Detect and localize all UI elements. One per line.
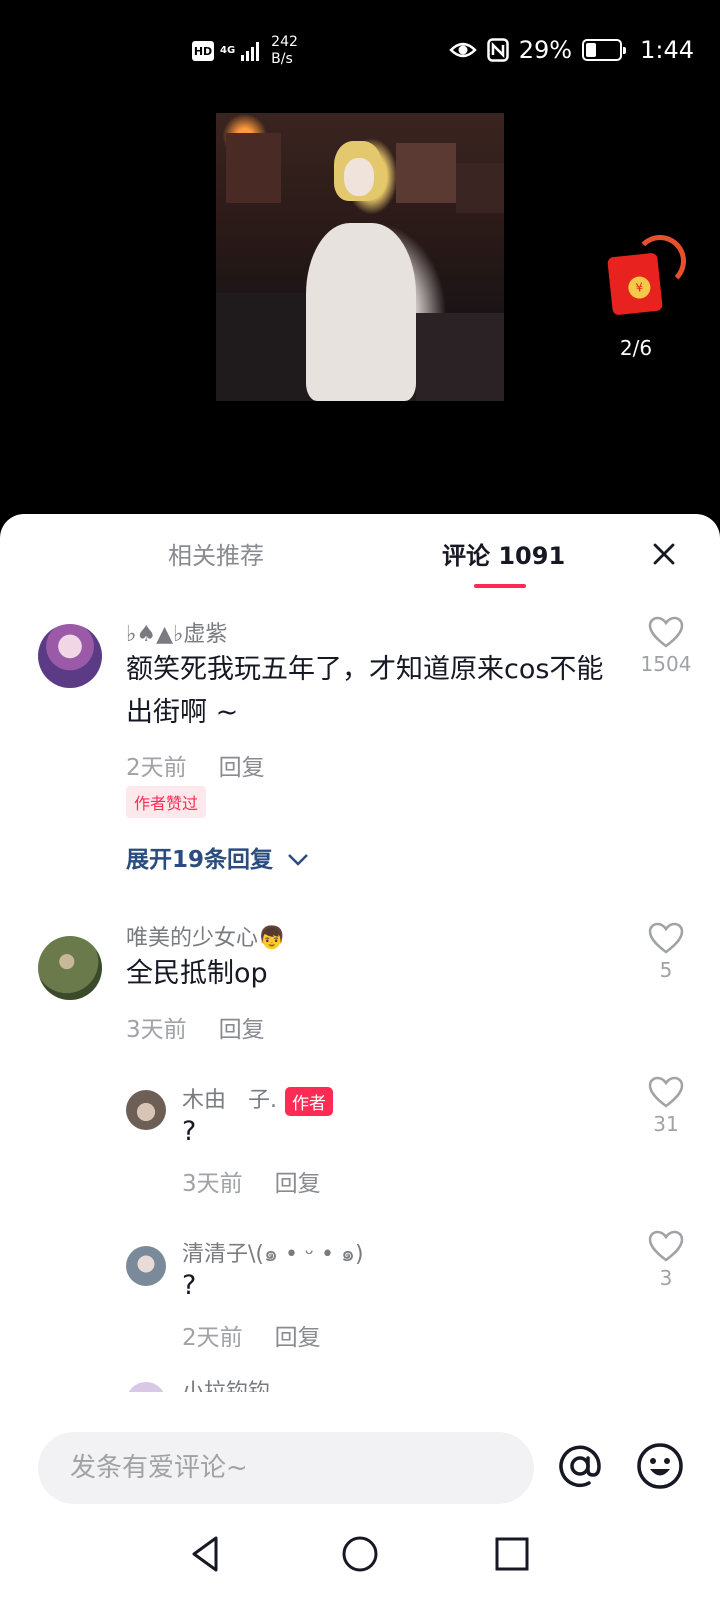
reply-username[interactable]: 小拉钩钩 [182, 1376, 270, 1392]
eye-icon [448, 42, 477, 58]
avatar[interactable] [126, 1382, 166, 1392]
network-speed: 242 B/s [271, 34, 298, 68]
reply-text[interactable]: ? [182, 1110, 196, 1153]
comment-input[interactable]: 发条有爱评论~ [38, 1432, 534, 1504]
red-packet-button[interactable]: ¥ [606, 235, 686, 325]
reply-button[interactable]: 回复 [219, 755, 265, 781]
red-packet-count: 2/6 [619, 336, 653, 360]
reply-time: 3天前 [182, 1171, 243, 1197]
comment-meta: 3天前 回复 [126, 1010, 265, 1044]
expand-replies-button[interactable]: 展开19条回复 [126, 840, 309, 874]
network-speed-value: 242 [271, 34, 298, 50]
comment-meta: 2天前 回复 [126, 748, 265, 782]
author-badge: 作者 [285, 1086, 333, 1116]
tab-indicator [474, 584, 526, 588]
like-count: 31 [653, 1112, 679, 1136]
recents-icon[interactable] [492, 1534, 532, 1574]
like-button[interactable]: 1504 [636, 616, 696, 676]
battery-percent: 29% [518, 36, 573, 64]
reply-username[interactable]: 清清子\(๑ • ᵕ • ๑) [182, 1236, 364, 1271]
system-nav-bar [0, 1508, 720, 1600]
comment-time: 2天前 [126, 755, 187, 781]
network-type: 4G [220, 45, 236, 56]
chevron-down-icon [288, 854, 308, 866]
clock: 1:44 [640, 36, 694, 64]
avatar[interactable] [38, 936, 102, 1000]
reply-meta: 3天前 回复 [182, 1164, 321, 1198]
network-speed-unit: B/s [271, 51, 293, 67]
comment-text[interactable]: 全民抵制op [126, 952, 612, 995]
avatar[interactable] [126, 1090, 166, 1130]
expand-replies-label: 展开19条回复 [126, 847, 274, 873]
reply-meta: 2天前 回复 [182, 1318, 321, 1352]
avatar[interactable] [126, 1246, 166, 1286]
heart-icon [648, 1230, 684, 1262]
heart-icon [648, 1076, 684, 1108]
tab-comments[interactable]: 评论 1091 [442, 536, 565, 571]
mention-icon[interactable] [556, 1442, 604, 1490]
comment-username[interactable]: 唯美的少女心👦 [126, 920, 285, 952]
back-icon[interactable] [186, 1534, 226, 1574]
battery-icon [582, 39, 627, 61]
like-count: 3 [659, 1266, 673, 1290]
reply-button[interactable]: 回复 [275, 1171, 321, 1197]
emoji-icon[interactable] [636, 1442, 684, 1490]
heart-icon [648, 922, 684, 954]
author-liked-badge: 作者赞过 [126, 786, 207, 818]
reply-text[interactable]: ? [182, 1264, 196, 1307]
comment-username[interactable]: ♭♠▲♭虚紫 [126, 616, 227, 648]
home-icon[interactable] [340, 1534, 380, 1574]
status-left: HD 4G 242 B/s [192, 34, 298, 68]
reply-button[interactable]: 回复 [275, 1325, 321, 1351]
status-right: 29% 1:44 [448, 36, 694, 64]
close-icon[interactable] [648, 538, 680, 570]
like-button[interactable]: 31 [636, 1076, 696, 1136]
like-count: 5 [659, 958, 673, 982]
comment-text[interactable]: 额笑死我玩五年了，才知道原来cos不能出街啊 ~ [126, 648, 612, 734]
like-count: 1504 [640, 652, 692, 676]
sheet-tabs: 相关推荐 评论 1091 [0, 514, 720, 594]
reply-button[interactable]: 回复 [219, 1017, 265, 1043]
hd-icon: HD [192, 41, 214, 61]
reply-time: 2天前 [182, 1325, 243, 1351]
avatar[interactable] [38, 624, 102, 688]
reply-partial: 小拉钩钩 [0, 1376, 720, 1392]
tab-related[interactable]: 相关推荐 [168, 536, 264, 571]
red-packet-icon: ¥ [607, 252, 663, 316]
heart-icon [648, 616, 684, 648]
comment-time: 3天前 [126, 1017, 187, 1043]
status-bar: HD 4G 242 B/s 29% 1:44 [0, 0, 720, 110]
comment-input-bar: 发条有爱评论~ [0, 1418, 720, 1508]
nfc-icon [487, 38, 509, 62]
reply-username[interactable]: 木由 子. 作者 [182, 1082, 333, 1116]
like-button[interactable]: 3 [636, 1230, 696, 1290]
signal-icon [241, 41, 260, 61]
like-button[interactable]: 5 [636, 922, 696, 982]
video-frame[interactable] [216, 113, 504, 401]
